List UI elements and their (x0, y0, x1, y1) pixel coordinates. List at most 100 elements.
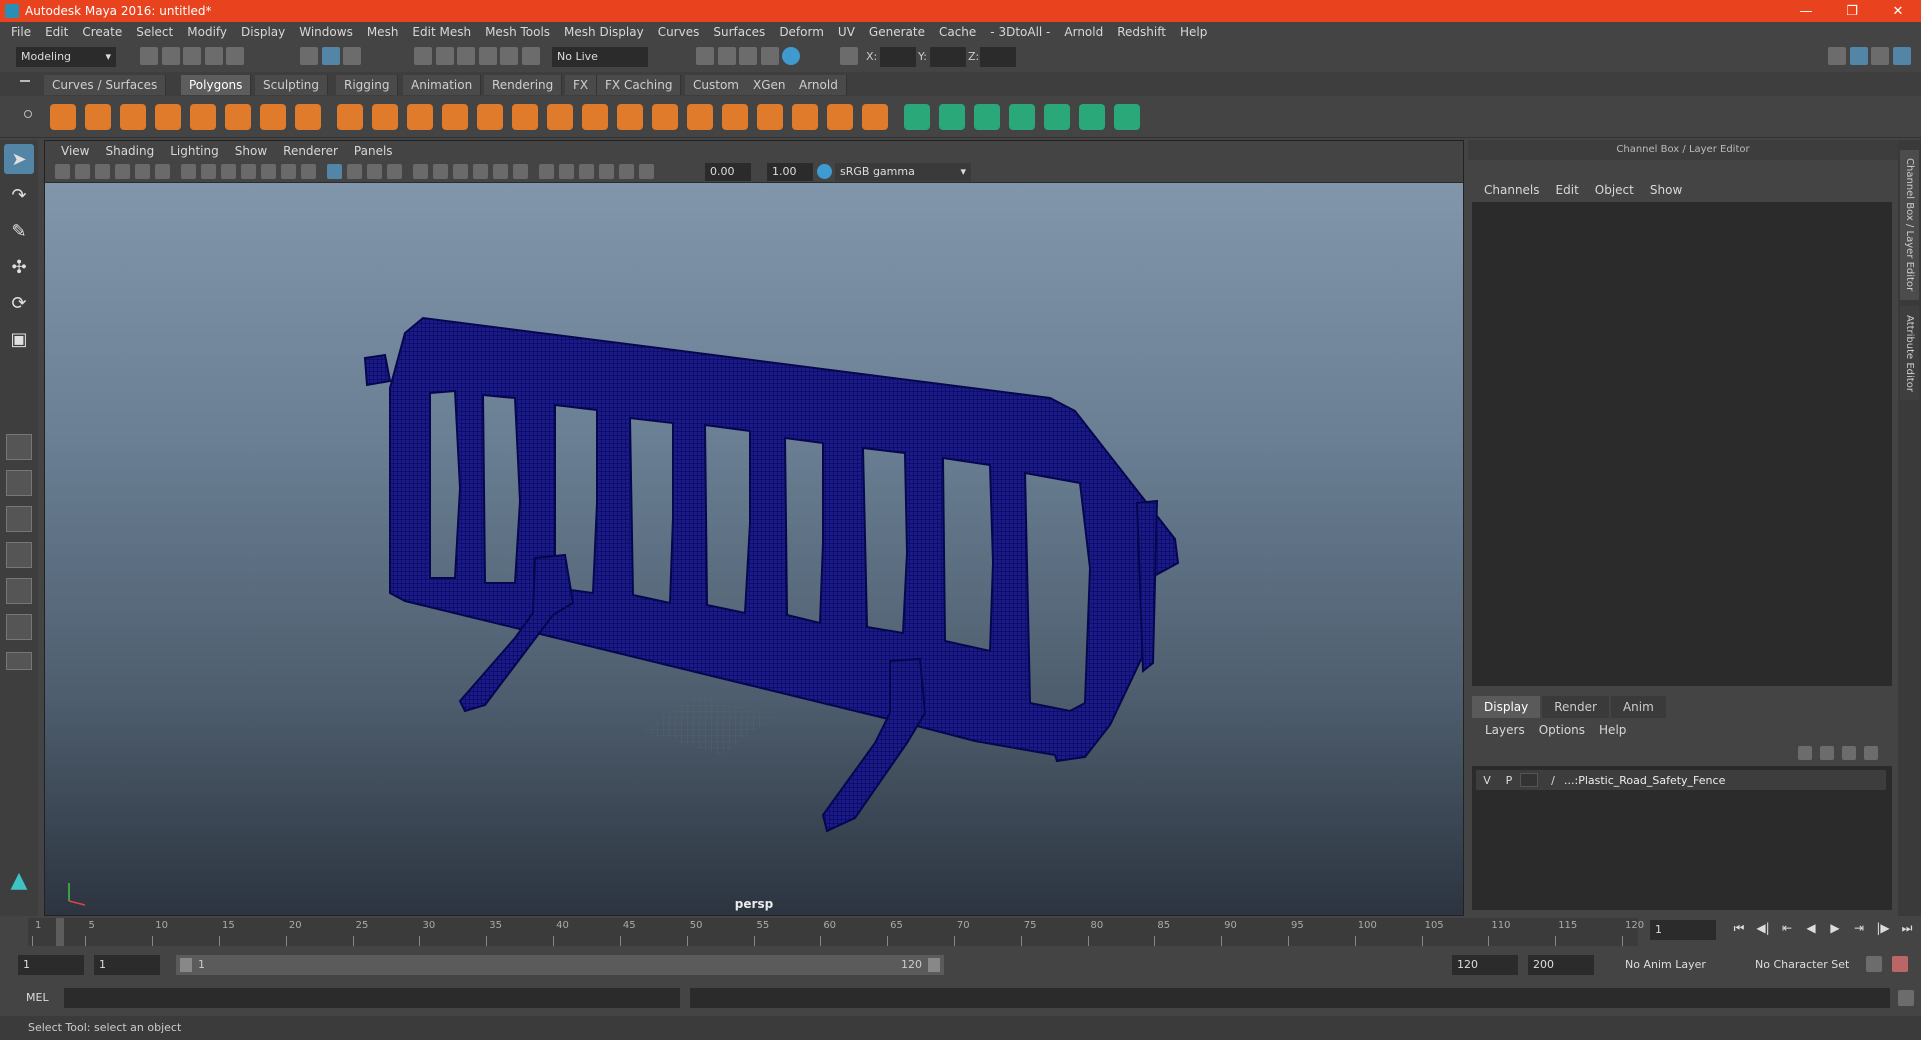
render-view-icon[interactable] (696, 47, 714, 65)
use-all-lights-icon[interactable] (433, 164, 448, 179)
layer-row[interactable]: V P ∕ ...:Plastic_Road_Safety_Fence (1476, 770, 1886, 790)
menu-3dtoall[interactable]: - 3DtoAll - (983, 25, 1057, 39)
film-gate-icon[interactable] (201, 164, 216, 179)
select-hierarchy-icon[interactable] (300, 47, 318, 65)
layer-playback-toggle[interactable]: P (1498, 774, 1520, 787)
step-back-key-icon[interactable]: ⇤ (1778, 920, 1796, 936)
menu-select[interactable]: Select (129, 25, 180, 39)
gamma-icon[interactable] (639, 164, 654, 179)
shelf-tab-xgen[interactable]: XGen (745, 75, 795, 95)
snap-grid-icon[interactable] (414, 47, 432, 65)
menu-deform[interactable]: Deform (772, 25, 831, 39)
command-input[interactable] (64, 988, 680, 1008)
isolate-select-icon[interactable] (539, 164, 554, 179)
viewport-menu-renderer[interactable]: Renderer (275, 144, 346, 158)
wireframe-on-shaded-icon[interactable] (387, 164, 402, 179)
snap-view-icon[interactable] (478, 47, 497, 65)
resolution-gate-icon[interactable] (221, 164, 236, 179)
side-tab-attribute-editor[interactable]: Attribute Editor (1900, 306, 1919, 400)
go-to-end-icon[interactable]: ⏭ (1898, 920, 1916, 936)
command-language-label[interactable]: MEL (26, 990, 49, 1006)
channel-box-area[interactable] (1472, 202, 1892, 686)
select-component-icon[interactable] (343, 47, 361, 65)
exposure-field[interactable]: 0.00 (705, 163, 751, 181)
menu-mesh[interactable]: Mesh (360, 25, 406, 39)
step-forward-key-icon[interactable]: ⇥ (1850, 920, 1868, 936)
poly-unfold-icon[interactable] (1079, 104, 1105, 130)
poly-extract-icon[interactable] (407, 104, 433, 130)
channel-box-toggle-icon[interactable] (1849, 47, 1868, 65)
poly-cone-icon[interactable] (155, 104, 181, 130)
poly-mirror-icon[interactable] (547, 104, 573, 130)
persp-graph-layout-icon[interactable] (6, 542, 32, 568)
xray-joints-icon[interactable] (579, 164, 594, 179)
layer-menu-options[interactable]: Options (1532, 723, 1592, 737)
poly-sphere-icon[interactable] (50, 104, 76, 130)
poly-target-weld-icon[interactable] (827, 104, 853, 130)
animation-end-field[interactable]: 200 (1528, 955, 1594, 975)
new-scene-icon[interactable] (140, 47, 158, 65)
viewport-menu-shading[interactable]: Shading (97, 144, 162, 158)
channel-box-menu-edit[interactable]: Edit (1548, 183, 1587, 197)
play-backwards-icon[interactable]: ◀ (1802, 920, 1820, 936)
layer-tab-display[interactable]: Display (1472, 696, 1541, 718)
poly-booleans-icon[interactable] (442, 104, 468, 130)
menu-edit-mesh[interactable]: Edit Mesh (405, 25, 478, 39)
camera-attributes-icon[interactable] (75, 164, 90, 179)
four-view-layout-icon[interactable] (6, 470, 32, 496)
bookmarks-icon[interactable] (95, 164, 110, 179)
snap-surface-icon[interactable] (500, 47, 518, 65)
gate-mask-icon[interactable] (241, 164, 256, 179)
absolute-transform-icon[interactable] (840, 47, 858, 65)
more-layouts-icon[interactable] (6, 652, 32, 670)
select-camera-icon[interactable] (55, 164, 70, 179)
poly-pipe-icon[interactable] (295, 104, 321, 130)
y-field[interactable] (930, 47, 966, 67)
animation-preferences-icon[interactable] (1892, 956, 1908, 972)
new-layer-icon[interactable] (1842, 746, 1856, 760)
current-frame-field[interactable]: 1 (1650, 920, 1716, 940)
menu-generate[interactable]: Generate (862, 25, 932, 39)
shelf-menu-icon[interactable] (20, 80, 30, 82)
hypershade-layout-icon[interactable] (6, 614, 32, 640)
poly-uv-editor-icon[interactable] (904, 104, 930, 130)
poly-plane-icon[interactable] (190, 104, 216, 130)
render-settings-icon[interactable] (760, 47, 779, 65)
grid-icon[interactable] (181, 164, 196, 179)
poly-append-icon[interactable] (722, 104, 748, 130)
live-surface-field[interactable]: No Live Surface (552, 47, 648, 83)
scale-tool-icon[interactable]: ▣ (4, 324, 34, 354)
step-back-frame-icon[interactable]: ◀| (1754, 920, 1772, 936)
anim-layer-dropdown[interactable]: No Anim Layer (1620, 955, 1736, 975)
range-end-handle[interactable] (928, 958, 940, 972)
grease-pencil-icon[interactable] (155, 164, 170, 179)
time-slider-track[interactable]: 1 5 10 15 20 25 30 35 40 45 50 55 60 65 70 75 80 85 90 95 10… (28, 918, 1644, 946)
menu-edit[interactable]: Edit (38, 25, 75, 39)
render-frame-icon[interactable] (717, 47, 736, 65)
side-tab-channel-box[interactable]: Channel Box / Layer Editor (1900, 150, 1919, 300)
poly-extrude-icon[interactable] (652, 104, 678, 130)
persp-outliner-layout-icon[interactable] (6, 506, 32, 532)
layer-color-swatch[interactable] (1520, 773, 1538, 787)
mode-selector[interactable]: Modeling ▾ (16, 47, 116, 67)
new-layer-selected-icon[interactable] (1864, 746, 1878, 760)
menu-modify[interactable]: Modify (180, 25, 234, 39)
shelf-tab-fx-caching[interactable]: FX Caching (597, 75, 682, 95)
menu-mesh-tools[interactable]: Mesh Tools (478, 25, 557, 39)
shadows-icon[interactable] (453, 164, 468, 179)
restore-button[interactable]: ❐ (1829, 0, 1875, 22)
shelf-options-icon[interactable] (24, 110, 32, 118)
modeling-toolkit-icon[interactable] (1828, 47, 1846, 65)
gamma-field[interactable]: 1.00 (767, 163, 813, 181)
paint-select-tool-icon[interactable]: ✎ (4, 216, 34, 246)
shelf-tab-curves-surfaces[interactable]: Curves / Surfaces (44, 75, 167, 95)
poly-separate-icon[interactable] (372, 104, 398, 130)
menu-file[interactable]: File (4, 25, 38, 39)
tool-settings-icon[interactable] (1871, 47, 1889, 65)
select-object-icon[interactable] (321, 47, 340, 65)
poly-multi-cut-icon[interactable] (792, 104, 818, 130)
color-space-dropdown[interactable]: sRGB gamma ▾ (835, 163, 971, 181)
move-layer-down-icon[interactable] (1820, 746, 1834, 760)
attribute-editor-toggle-icon[interactable] (1892, 47, 1911, 65)
viewport-canvas[interactable]: persp (45, 183, 1463, 915)
